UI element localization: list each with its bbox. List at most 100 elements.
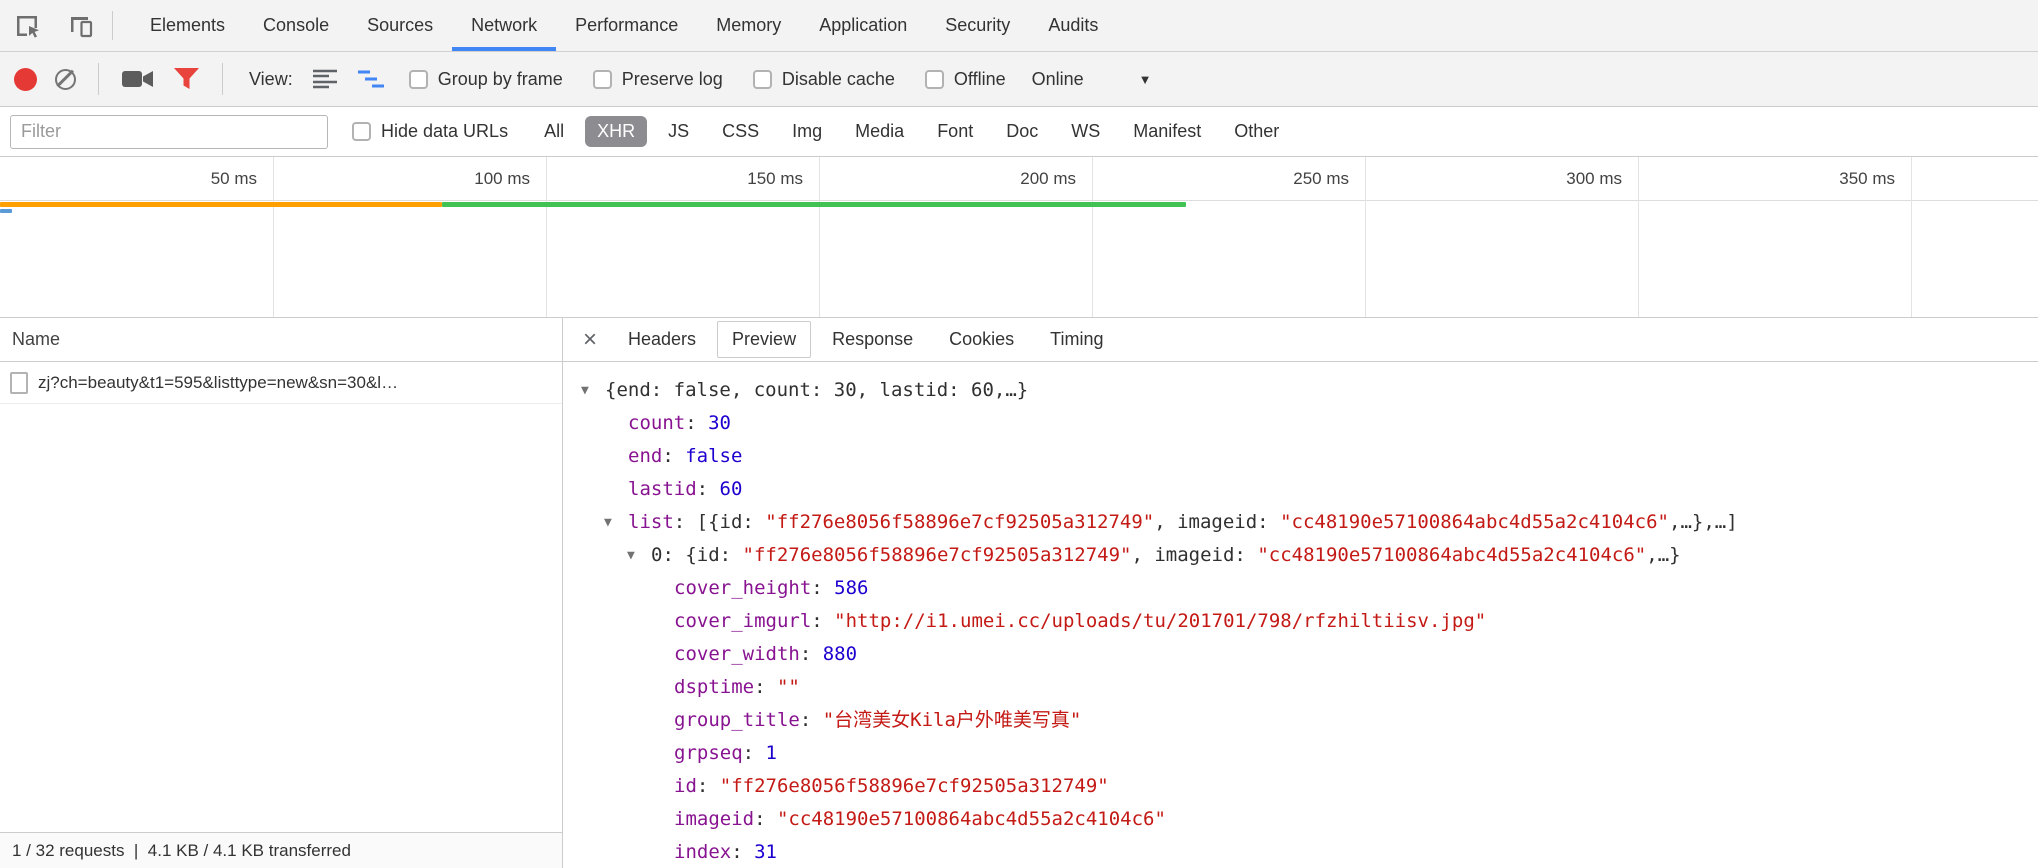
timeline-tick-label: 250 ms xyxy=(1207,157,1357,200)
tab-memory[interactable]: Memory xyxy=(697,0,800,51)
timeline-gridline xyxy=(819,157,820,317)
tab-network[interactable]: Network xyxy=(452,0,556,51)
offline-checkbox-box[interactable] xyxy=(925,70,944,89)
filter-type-other[interactable]: Other xyxy=(1222,116,1291,147)
inspect-cursor-icon xyxy=(13,12,41,40)
hide-data-urls-checkbox-box[interactable] xyxy=(352,122,371,141)
expand-arrow-icon[interactable]: ▼ xyxy=(627,540,651,572)
json-plain-text: : xyxy=(662,445,685,467)
main-tabbar: ElementsConsoleSourcesNetworkPerformance… xyxy=(0,0,2038,52)
filter-type-all[interactable]: All xyxy=(532,116,576,147)
json-plain-text: ,…},…] xyxy=(1669,511,1738,533)
clear-button[interactable] xyxy=(55,69,76,90)
network-overview[interactable]: 50 ms100 ms150 ms200 ms250 ms300 ms350 m… xyxy=(0,157,2038,318)
details-tabs: HeadersPreviewResponseCookiesTiming xyxy=(613,321,1119,358)
json-key-text: cover_height xyxy=(674,577,811,599)
filter-type-ws[interactable]: WS xyxy=(1059,116,1112,147)
tree-row: ▼grpseq: 1 xyxy=(563,737,2038,770)
tab-performance[interactable]: Performance xyxy=(556,0,697,51)
tab-sources[interactable]: Sources xyxy=(348,0,452,51)
overview-waterfall-bar xyxy=(442,202,1186,207)
json-num-text: false xyxy=(685,445,742,467)
filter-type-img[interactable]: Img xyxy=(780,116,834,147)
tab-elements[interactable]: Elements xyxy=(131,0,244,51)
checkbox-preserve-log[interactable]: Preserve log xyxy=(593,69,723,90)
status-bar: 1 / 32 requests | 4.1 KB / 4.1 KB transf… xyxy=(0,832,562,868)
toolbar-separator xyxy=(222,63,223,95)
preview-json-tree: ▼{end: false, count: 30, lastid: 60,…}▼c… xyxy=(563,362,2038,868)
tree-row[interactable]: ▼list: [{id: "ff276e8056f58896e7cf92505a… xyxy=(563,506,2038,539)
json-str-text: "ff276e8056f58896e7cf92505a312749" xyxy=(720,775,1109,797)
tab-application[interactable]: Application xyxy=(800,0,926,51)
timeline-tick-label: 100 ms xyxy=(388,157,538,200)
filter-type-media[interactable]: Media xyxy=(843,116,916,147)
offline-label: Offline xyxy=(954,69,1006,90)
main-tabs: ElementsConsoleSourcesNetworkPerformance… xyxy=(131,0,1117,51)
json-key-text: index xyxy=(674,841,731,863)
disable-cache-label: Disable cache xyxy=(782,69,895,90)
filter-toggle-button[interactable] xyxy=(173,66,200,92)
detail-tab-timing[interactable]: Timing xyxy=(1035,321,1118,358)
tab-security[interactable]: Security xyxy=(926,0,1029,51)
overview-view-button[interactable] xyxy=(357,66,385,92)
filter-type-doc[interactable]: Doc xyxy=(994,116,1050,147)
tree-row[interactable]: ▼{end: false, count: 30, lastid: 60,…} xyxy=(563,374,2038,407)
name-column-header[interactable]: Name xyxy=(0,318,562,362)
close-details-icon[interactable]: × xyxy=(573,328,607,352)
expand-arrow-icon[interactable]: ▼ xyxy=(581,375,605,407)
throttling-select[interactable]: Online ▼ xyxy=(1032,69,1152,90)
json-plain-text: : [{id: xyxy=(674,511,766,533)
hide-data-urls-label: Hide data URLs xyxy=(381,121,508,142)
json-key-text: list xyxy=(628,511,674,533)
tree-row: ▼dsptime: "" xyxy=(563,671,2038,704)
preserve-log-checkbox-box[interactable] xyxy=(593,70,612,89)
timeline-tick-label: 50 ms xyxy=(115,157,265,200)
filter-type-js[interactable]: JS xyxy=(656,116,701,147)
json-key-text: imageid xyxy=(674,808,754,830)
dropdown-arrow-icon: ▼ xyxy=(1139,72,1152,87)
waterfall-view-icon xyxy=(357,66,385,92)
capture-screenshots-button[interactable] xyxy=(121,66,155,92)
json-str-text: "cc48190e57100864abc4d55a2c4104c6" xyxy=(1280,511,1669,533)
json-plain-text: : xyxy=(811,577,834,599)
detail-tab-cookies[interactable]: Cookies xyxy=(934,321,1029,358)
device-toolbar-button[interactable] xyxy=(54,0,108,51)
filter-type-css[interactable]: CSS xyxy=(710,116,771,147)
detail-tab-response[interactable]: Response xyxy=(817,321,928,358)
checkbox-offline[interactable]: Offline xyxy=(925,69,1006,90)
group-by-frame-checkbox-box[interactable] xyxy=(409,70,428,89)
filter-type-xhr[interactable]: XHR xyxy=(585,116,647,147)
filter-type-font[interactable]: Font xyxy=(925,116,985,147)
checkbox-group-by-frame[interactable]: Group by frame xyxy=(409,69,563,90)
timeline-gridline xyxy=(1911,157,1912,317)
tree-row: ▼cover_height: 586 xyxy=(563,572,2038,605)
request-rows-view-button[interactable] xyxy=(311,66,339,92)
toolbar-separator xyxy=(98,63,99,95)
inspect-element-button[interactable] xyxy=(0,0,54,51)
timeline-tick-label: 350 ms xyxy=(1753,157,1903,200)
detail-tab-preview[interactable]: Preview xyxy=(717,321,811,358)
record-button[interactable] xyxy=(14,68,37,91)
request-row[interactable]: zj?ch=beauty&t1=595&listtype=new&sn=30&l… xyxy=(0,362,562,404)
tab-console[interactable]: Console xyxy=(244,0,348,51)
filter-type-manifest[interactable]: Manifest xyxy=(1121,116,1213,147)
tree-row: ▼count: 30 xyxy=(563,407,2038,440)
json-key-text: lastid xyxy=(628,478,697,500)
funnel-icon xyxy=(173,66,200,92)
json-plain-text: ,…} xyxy=(1646,544,1680,566)
overview-waterfall-bar xyxy=(0,209,12,213)
timeline-gridline xyxy=(273,157,274,317)
json-str-text: "" xyxy=(777,676,800,698)
tab-audits[interactable]: Audits xyxy=(1029,0,1117,51)
timeline-tick-label: 150 ms xyxy=(661,157,811,200)
json-key-text: count xyxy=(628,412,685,434)
detail-tab-headers[interactable]: Headers xyxy=(613,321,711,358)
expand-arrow-icon[interactable]: ▼ xyxy=(604,507,628,539)
tree-row[interactable]: ▼0: {id: "ff276e8056f58896e7cf92505a3127… xyxy=(563,539,2038,572)
json-num-text: 1 xyxy=(766,742,777,764)
group-by-frame-label: Group by frame xyxy=(438,69,563,90)
filter-input[interactable] xyxy=(10,115,328,149)
checkbox-disable-cache[interactable]: Disable cache xyxy=(753,69,895,90)
disable-cache-checkbox-box[interactable] xyxy=(753,70,772,89)
checkbox-hide-data-urls[interactable]: Hide data URLs xyxy=(352,121,508,142)
